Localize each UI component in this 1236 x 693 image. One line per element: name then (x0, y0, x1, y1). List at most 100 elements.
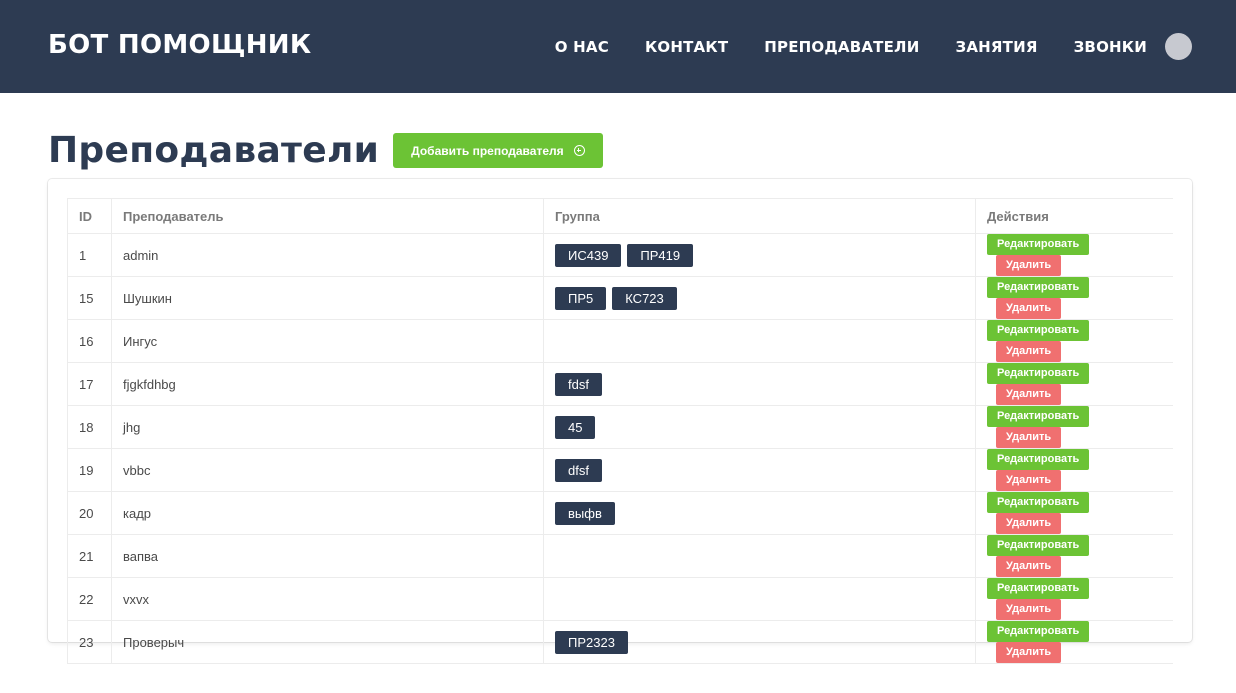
cell-id: 21 (67, 534, 112, 578)
delete-button[interactable]: Удалить (996, 384, 1062, 405)
page-title: Преподаватели (48, 130, 380, 171)
cell-actions: РедактироватьУдалить (975, 319, 1173, 363)
edit-button[interactable]: Редактировать (987, 621, 1090, 642)
cell-id: 16 (67, 319, 112, 363)
edit-button[interactable]: Редактировать (987, 578, 1090, 599)
cell-teacher-name: vbbc (111, 448, 544, 492)
delete-button[interactable]: Удалить (996, 341, 1062, 362)
table-header-row: ID Преподаватель Группа Действия (67, 198, 1173, 234)
edit-button[interactable]: Редактировать (987, 535, 1090, 556)
table-row: 15 Шушкин ПР5 КС723 РедактироватьУдалить (67, 276, 1173, 320)
plus-circle-icon (573, 145, 585, 156)
cell-id: 1 (67, 233, 112, 277)
group-tag: КС723 (612, 286, 677, 310)
avatar[interactable] (1165, 33, 1192, 60)
nav-item-about[interactable]: О НАС (555, 38, 609, 56)
cell-teacher-name: кадр (111, 491, 544, 535)
edit-button[interactable]: Редактировать (987, 234, 1090, 255)
nav-menu: О НАС КОНТАКТ ПРЕПОДАВАТЕЛИ ЗАНЯТИЯ ЗВОН… (519, 0, 1192, 93)
cell-teacher-name: Ингус (111, 319, 544, 363)
edit-button[interactable]: Редактировать (987, 320, 1090, 341)
header-group: Группа (543, 198, 976, 234)
cell-actions: РедактироватьУдалить (975, 491, 1173, 535)
nav-item-lessons[interactable]: ЗАНЯТИЯ (955, 38, 1037, 56)
edit-button[interactable]: Редактировать (987, 363, 1090, 384)
teachers-card: ID Преподаватель Группа Действия 1 admin И… (48, 179, 1192, 664)
group-tag: fdsf (555, 372, 602, 396)
edit-button[interactable]: Редактировать (987, 492, 1090, 513)
header-actions: Действия (975, 198, 1173, 234)
cell-teacher-name: admin (111, 233, 544, 277)
table-row: 16 Ингус РедактироватьУдалить (67, 319, 1173, 363)
cell-id: 20 (67, 491, 112, 535)
cell-id: 22 (67, 577, 112, 621)
cell-groups: ПР5 КС723 (543, 276, 976, 320)
group-tag: ПР419 (627, 243, 694, 267)
navbar: БОТ ПОМОЩНИК О НАС КОНТАКТ ПРЕПОДАВАТЕЛИ… (0, 0, 1236, 93)
cell-actions: РедактироватьУдалить (975, 233, 1173, 277)
cell-groups (543, 319, 976, 363)
add-teacher-label: Добавить преподавателя (411, 143, 564, 158)
edit-button[interactable]: Редактировать (987, 449, 1090, 470)
edit-button[interactable]: Редактировать (987, 406, 1090, 427)
delete-button[interactable]: Удалить (996, 255, 1062, 276)
cell-groups: dfsf (543, 448, 976, 492)
cell-actions: РедактироватьУдалить (975, 577, 1173, 621)
delete-button[interactable]: Удалить (996, 427, 1062, 448)
delete-button[interactable]: Удалить (996, 556, 1062, 577)
edit-button[interactable]: Редактировать (987, 277, 1090, 298)
group-tag: dfsf (555, 458, 602, 482)
table-row: 23 Проверыч ПР2323 РедактироватьУдалить (67, 620, 1173, 664)
header-teacher: Преподаватель (111, 198, 544, 234)
cell-groups: ПР2323 (543, 620, 976, 664)
page-header: Преподаватели Добавить преподавателя (48, 130, 603, 171)
delete-button[interactable]: Удалить (996, 298, 1062, 319)
cell-actions: РедактироватьУдалить (975, 448, 1173, 492)
table-row: 17 fjgkfdhbg fdsf РедактироватьУдалить (67, 362, 1173, 406)
cell-actions: РедактироватьУдалить (975, 362, 1173, 406)
cell-groups (543, 534, 976, 578)
table-row: 18 jhg 45 РедактироватьУдалить (67, 405, 1173, 449)
delete-button[interactable]: Удалить (996, 513, 1062, 534)
nav-item-contact[interactable]: КОНТАКТ (645, 38, 728, 56)
cell-teacher-name: fjgkfdhbg (111, 362, 544, 406)
cell-teacher-name: vxvx (111, 577, 544, 621)
nav-item-teachers[interactable]: ПРЕПОДАВАТЕЛИ (764, 38, 919, 56)
cell-groups: fdsf (543, 362, 976, 406)
cell-id: 19 (67, 448, 112, 492)
cell-groups: выфв (543, 491, 976, 535)
teachers-table: ID Преподаватель Группа Действия 1 admin И… (67, 198, 1173, 664)
add-teacher-button[interactable]: Добавить преподавателя (393, 133, 603, 168)
cell-id: 17 (67, 362, 112, 406)
table-body: 1 admin ИС439 ПР419 РедактироватьУдалить 15 Шу… (67, 233, 1173, 664)
group-tag: 45 (555, 415, 596, 439)
table-row: 22 vxvx РедактироватьУдалить (67, 577, 1173, 621)
group-tag: ПР5 (555, 286, 607, 310)
cell-id: 18 (67, 405, 112, 449)
header-id: ID (67, 198, 112, 234)
table-row: 1 admin ИС439 ПР419 РедактироватьУдалить (67, 233, 1173, 277)
cell-teacher-name: Шушкин (111, 276, 544, 320)
cell-teacher-name: Проверыч (111, 620, 544, 664)
table-row: 19 vbbc dfsf РедактироватьУдалить (67, 448, 1173, 492)
cell-actions: РедактироватьУдалить (975, 405, 1173, 449)
cell-actions: РедактироватьУдалить (975, 620, 1173, 664)
cell-teacher-name: вапва (111, 534, 544, 578)
cell-id: 15 (67, 276, 112, 320)
group-tag: ИС439 (555, 243, 622, 267)
brand-logo[interactable]: БОТ ПОМОЩНИК (48, 30, 311, 60)
cell-teacher-name: jhg (111, 405, 544, 449)
nav-item-bells[interactable]: ЗВОНКИ (1074, 38, 1147, 56)
cell-actions: РедактироватьУдалить (975, 276, 1173, 320)
delete-button[interactable]: Удалить (996, 599, 1062, 620)
group-tag: выфв (555, 501, 615, 525)
cell-id: 23 (67, 620, 112, 664)
cell-groups: ИС439 ПР419 (543, 233, 976, 277)
table-row: 20 кадр выфв РедактироватьУдалить (67, 491, 1173, 535)
group-tag: ПР2323 (555, 630, 628, 654)
delete-button[interactable]: Удалить (996, 642, 1062, 663)
cell-actions: РедактироватьУдалить (975, 534, 1173, 578)
table-row: 21 вапва РедактироватьУдалить (67, 534, 1173, 578)
delete-button[interactable]: Удалить (996, 470, 1062, 491)
cell-groups: 45 (543, 405, 976, 449)
